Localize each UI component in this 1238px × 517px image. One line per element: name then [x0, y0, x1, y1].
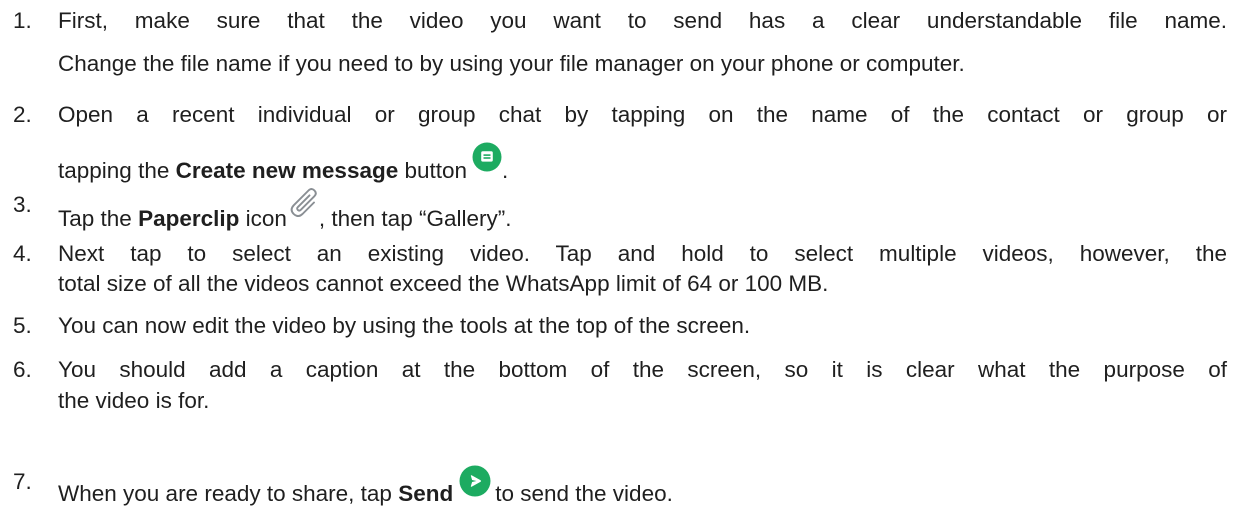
- paperclip-icon: [290, 188, 317, 217]
- step-text-line: total size of all the videos cannot exce…: [58, 271, 829, 296]
- step-text-line: the video is for.: [58, 388, 210, 413]
- step-number: 3.: [13, 192, 32, 217]
- step-text: , then tap “Gallery”.: [318, 206, 512, 231]
- step-text-line: You should add a caption at the bottom o…: [58, 357, 1227, 382]
- step-number: 5.: [13, 313, 32, 338]
- step-text: tapping the: [58, 158, 176, 183]
- step-text-line: You can now edit the video by using the …: [58, 313, 751, 338]
- step-number: 7.: [13, 469, 32, 494]
- paperclip-label: Paperclip: [138, 206, 240, 231]
- step-text-line: Tap the Paperclip icon , then tap “Galle…: [58, 188, 512, 232]
- step-text-line: First, make sure that the video you want…: [58, 8, 1227, 33]
- send-label: Send: [398, 481, 454, 506]
- step-text: to send the video.: [495, 481, 673, 506]
- step-text-line: Change the file name if you need to by u…: [58, 51, 965, 76]
- step-text: When you are ready to share, tap: [58, 481, 399, 506]
- step-text-line: Open a recent individual or group chat b…: [58, 102, 1227, 127]
- send-icon: [459, 465, 491, 497]
- step-text-line: tapping the Create new message button .: [58, 142, 509, 184]
- step-number: 2.: [13, 102, 32, 127]
- instructions-document: 1. First, make sure that the video you w…: [0, 0, 1238, 517]
- step-number: 6.: [13, 357, 32, 382]
- step-number: 4.: [13, 241, 32, 266]
- step-number: 1.: [13, 8, 32, 33]
- step-text: .: [502, 158, 509, 183]
- step-text-line: When you are ready to share, tap Send to…: [58, 465, 673, 507]
- step-text-line: Next tap to select an existing video. Ta…: [58, 241, 1227, 266]
- step-text: Tap the: [58, 206, 139, 231]
- step-text: icon: [239, 206, 287, 231]
- create-new-message-label: Create new message: [175, 158, 399, 183]
- step-text: button: [398, 158, 468, 183]
- create-message-icon: [472, 142, 502, 172]
